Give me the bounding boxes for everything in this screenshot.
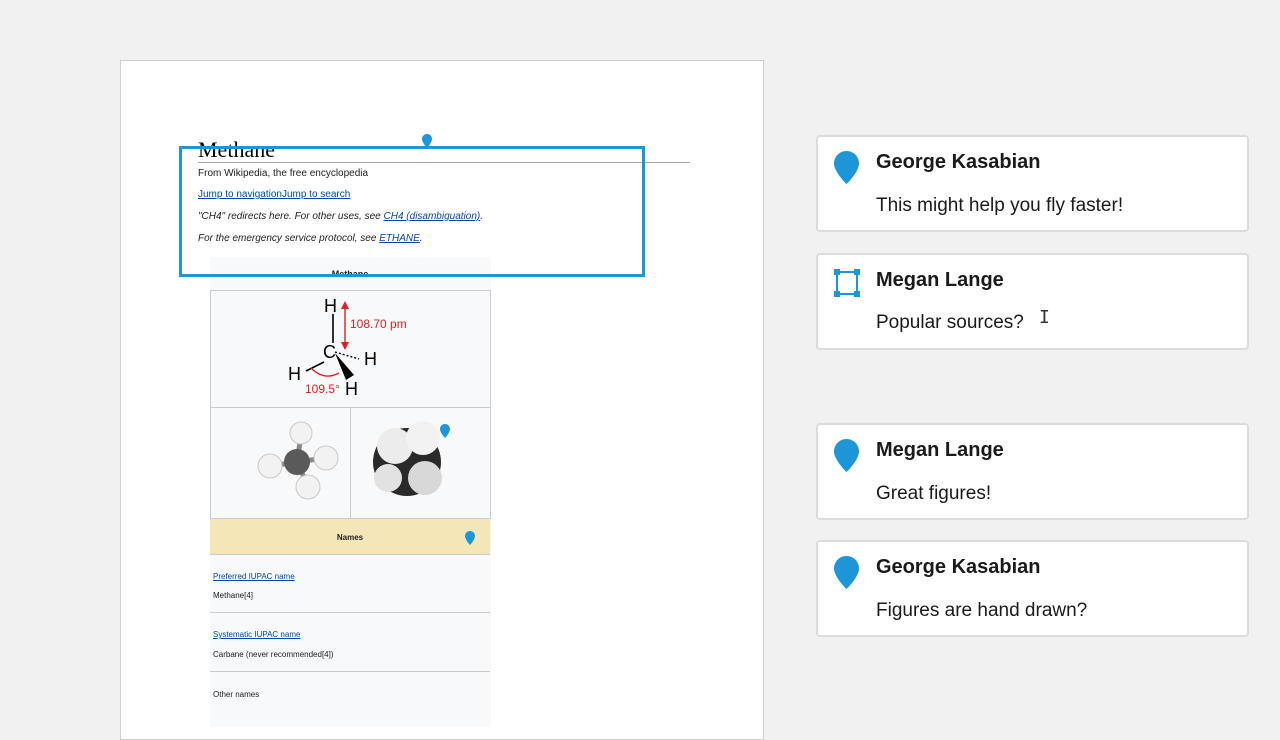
comment-author: George Kasabian xyxy=(876,556,1041,578)
comment-card[interactable]: George Kasabian This might help you fly … xyxy=(816,135,1249,232)
comment-author: Megan Lange xyxy=(876,269,1004,291)
infobox-row: Systematic IUPAC name Carbane (never rec… xyxy=(210,613,490,672)
systematic-iupac-name-value: Carbane (never recommended[4]) xyxy=(213,650,334,659)
names-section-header: Names xyxy=(210,518,490,555)
infobox-row: Preferred IUPAC name Methane[4] xyxy=(210,555,490,613)
comment-text: Popular sources? xyxy=(876,312,1024,333)
other-names-label: Other names xyxy=(213,690,260,699)
infobox: Methane H C H H H 108.70 pm 109.5° Names… xyxy=(210,257,491,727)
pin-icon xyxy=(834,151,859,184)
comment-card[interactable]: Megan Lange Great figures! xyxy=(816,423,1249,520)
methane-structure-diagram: H C H H H 108.70 pm 109.5° xyxy=(288,296,407,399)
region-select-icon xyxy=(834,269,860,297)
pin-icon xyxy=(834,556,859,589)
pin-icon xyxy=(834,439,859,472)
ball-and-stick-model-image xyxy=(257,421,339,500)
diagram-h-left: H xyxy=(288,364,301,384)
bond-angle-label: 109.5° xyxy=(305,382,340,396)
comment-card[interactable]: Megan Lange Popular sources? I xyxy=(816,253,1249,350)
space-filling-model-cell xyxy=(350,407,491,519)
comment-marker-icon[interactable] xyxy=(465,531,475,545)
comment-author: George Kasabian xyxy=(876,151,1041,173)
infobox-row: Other names xyxy=(210,672,490,727)
comment-marker-icon[interactable] xyxy=(422,134,432,148)
comment-text: This might help you fly faster! xyxy=(876,195,1124,216)
document-page: Methane From Wikipedia, the free encyclo… xyxy=(120,60,764,740)
comment-text: Figures are hand drawn? xyxy=(876,600,1088,621)
comment-marker-icon[interactable] xyxy=(440,424,450,438)
diagram-h-right: H xyxy=(364,349,377,369)
space-filling-model-image xyxy=(373,421,442,496)
diagram-h-bottom: H xyxy=(345,379,358,399)
comment-card[interactable]: George Kasabian Figures are hand drawn? xyxy=(816,540,1249,637)
text-cursor-icon: I xyxy=(1039,307,1050,328)
bond-length-label: 108.70 pm xyxy=(350,317,407,331)
diagram-h-top: H xyxy=(324,296,337,316)
comment-text: Great figures! xyxy=(876,483,992,504)
structure-diagram-cell: H C H H H 108.70 pm 109.5° xyxy=(210,290,491,408)
diagram-c: C xyxy=(323,342,336,362)
preferred-iupac-name-link[interactable]: Preferred IUPAC name xyxy=(213,572,490,581)
systematic-iupac-name-link[interactable]: Systematic IUPAC name xyxy=(213,630,490,639)
ball-stick-model-cell xyxy=(210,407,351,519)
preferred-iupac-name-value: Methane[4] xyxy=(213,591,254,600)
comment-author: Megan Lange xyxy=(876,439,1004,461)
selected-comment-region[interactable] xyxy=(179,146,645,277)
